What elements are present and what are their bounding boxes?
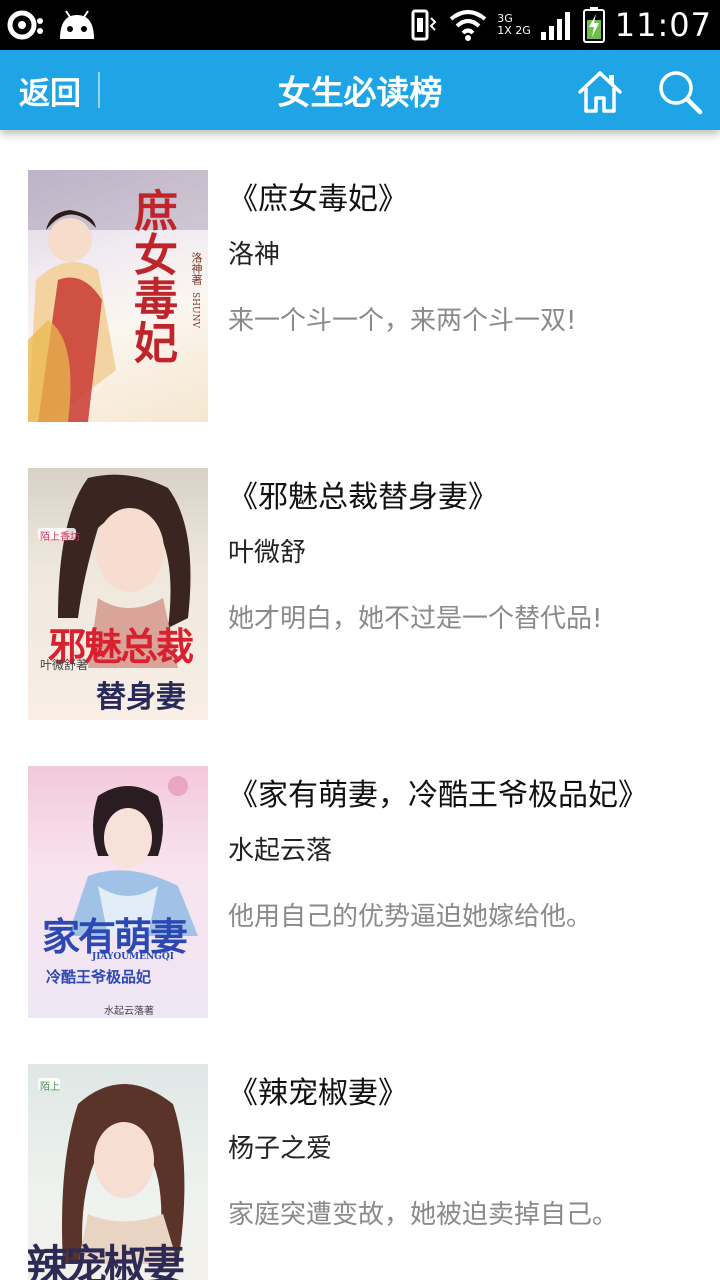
vibrate-icon	[411, 9, 437, 41]
home-icon[interactable]	[576, 68, 624, 116]
search-icon[interactable]	[656, 68, 704, 116]
book-cover: 庶女毒妃 洛神著 SHUNV	[28, 170, 208, 422]
back-button[interactable]: 返回	[0, 50, 100, 130]
status-bar: 3G 1X 2G 11:07	[0, 0, 720, 50]
android-notification-icon	[7, 10, 43, 40]
status-bar-indicators: 3G 1X 2G 11:07	[409, 0, 712, 50]
cover-subtitle: 冷酷王爷极品妃	[46, 968, 152, 986]
android-robot-icon	[60, 10, 94, 39]
book-description: 来一个斗一个，来两个斗一双!	[228, 306, 577, 336]
book-title: 《家有萌妻，冷酷王爷极品妃》	[228, 778, 648, 813]
cover-author: 叶微舒著	[40, 658, 89, 672]
list-item[interactable]: 家有萌妻 JIAYOUMENGQI 冷酷王爷极品妃 水起云落著 《家有萌妻，冷酷…	[0, 746, 720, 1044]
book-title: 《庶女毒妃》	[228, 182, 408, 217]
book-cover: 陌上 辣宠椒妻	[28, 1064, 208, 1280]
app-header: 返回 女生必读榜	[0, 50, 720, 130]
book-title: 《辣宠椒妻》	[228, 1076, 408, 1111]
cover-pinyin: SHUNV	[190, 292, 200, 328]
book-description: 她才明白，她不过是一个替代品!	[228, 604, 603, 634]
cover-author: 水起云落著	[104, 1006, 154, 1017]
cover-title: 辣宠椒妻	[28, 1241, 185, 1280]
signal-icon	[540, 12, 570, 40]
back-divider	[98, 72, 100, 108]
book-author: 洛神	[228, 240, 281, 270]
list-item[interactable]: 陌上 辣宠椒妻 《辣宠椒妻》 杨子之爱 家庭突遭变故，她被迫卖掉自己。	[0, 1044, 720, 1280]
page-title: 女生必读榜	[277, 73, 443, 112]
network-2g-text: 2G	[515, 24, 531, 37]
cover-illustration	[28, 170, 208, 422]
book-description: 家庭突遭变故，她被迫卖掉自己。	[228, 1200, 619, 1230]
cover-author: 洛神著	[190, 252, 203, 285]
battery-charging-icon	[582, 7, 605, 43]
network-type: 3G 1X 2G	[497, 13, 531, 37]
book-author: 叶微舒	[228, 538, 307, 568]
wifi-icon	[449, 10, 487, 41]
book-cover: 家有萌妻 JIAYOUMENGQI 冷酷王爷极品妃 水起云落著	[28, 766, 208, 1018]
status-bar-notifications	[6, 6, 98, 44]
book-author: 水起云落	[228, 836, 333, 866]
cover-subtitle: 替身妻	[96, 680, 186, 715]
list-item[interactable]: 陌上香坊 邪魅总裁 叶微舒著 替身妻 《邪魅总裁替身妻》 叶微舒 她才明白，她不…	[0, 448, 720, 746]
book-author: 杨子之爱	[228, 1134, 333, 1164]
cover-badge: 陌上	[40, 1082, 60, 1093]
list-item[interactable]: 庶女毒妃 洛神著 SHUNV 《庶女毒妃》 洛神 来一个斗一个，来两个斗一双!	[0, 150, 720, 448]
status-time: 11:07	[614, 6, 712, 44]
cover-badge: 陌上香坊	[40, 532, 80, 543]
network-1x-label: 1X 2G	[497, 25, 531, 37]
cover-title: 庶女毒妃	[126, 188, 177, 364]
book-description: 他用自己的优势逼迫她嫁给他。	[228, 902, 593, 932]
cover-pinyin: JIAYOUMENGQI	[92, 952, 174, 962]
book-cover: 陌上香坊 邪魅总裁 叶微舒著 替身妻	[28, 468, 208, 720]
network-1x-text: 1X	[497, 24, 512, 37]
book-title: 《邪魅总裁替身妻》	[228, 480, 498, 515]
